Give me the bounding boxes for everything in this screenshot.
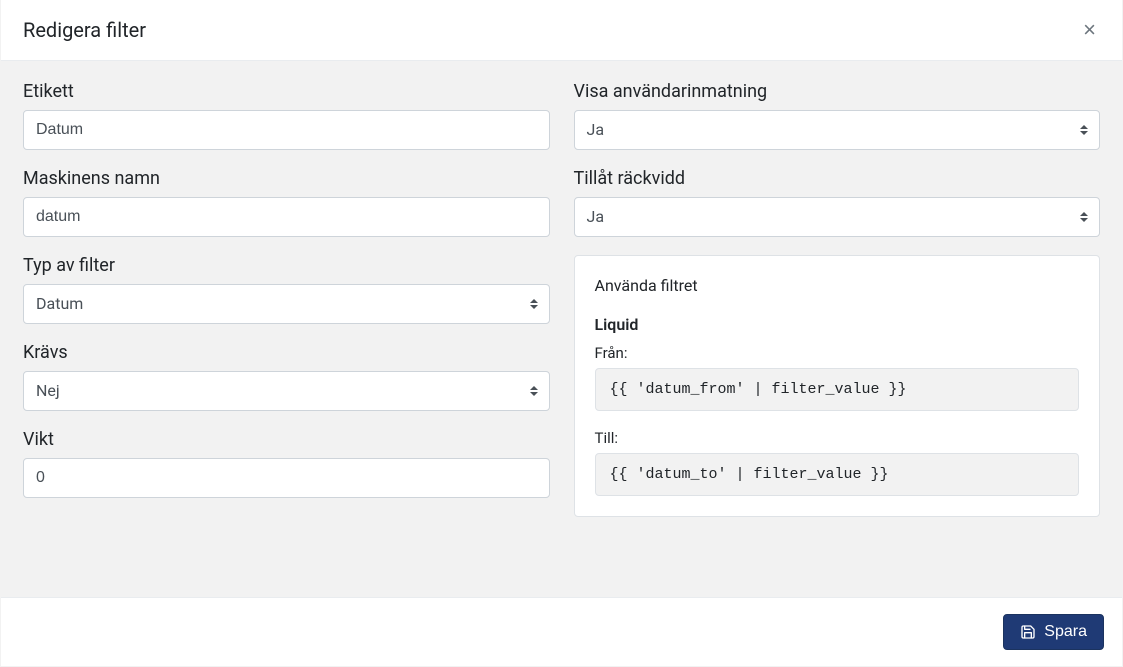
from-code: {{ 'datum_from' | filter_value }} [595,368,1080,411]
vikt-input[interactable] [23,458,550,498]
rackvidd-label: Tillåt räckvidd [574,168,1101,189]
etikett-label: Etikett [23,81,550,102]
close-button[interactable]: × [1079,19,1100,41]
close-icon: × [1083,17,1096,42]
rackvidd-select[interactable]: Ja [574,197,1101,237]
usage-card: Använda filtret Liquid Från: {{ 'datum_f… [574,255,1101,517]
field-vikt: Vikt [23,429,550,498]
field-kravs: Krävs Nej [23,342,550,411]
vikt-label: Vikt [23,429,550,450]
maskinnamn-label: Maskinens namn [23,168,550,189]
from-label: Från: [595,344,1080,362]
modal-title: Redigera filter [23,18,146,42]
to-code: {{ 'datum_to' | filter_value }} [595,453,1080,496]
field-rackvidd: Tillåt räckvidd Ja [574,168,1101,237]
save-button[interactable]: Spara [1003,614,1104,650]
save-button-label: Spara [1044,623,1087,641]
liquid-heading: Liquid [595,315,1080,334]
save-icon [1020,624,1036,640]
kravs-select[interactable]: Nej [23,371,550,411]
to-label: Till: [595,429,1080,447]
visa-label: Visa användarinmatning [574,81,1101,102]
field-maskinnamn: Maskinens namn [23,168,550,237]
field-etikett: Etikett [23,81,550,150]
visa-select[interactable]: Ja [574,110,1101,150]
field-visa: Visa användarinmatning Ja [574,81,1101,150]
edit-filter-modal: Redigera filter × Etikett Maskinens namn… [0,0,1123,667]
typ-select[interactable]: Datum [23,284,550,324]
form-row: Etikett Maskinens namn Typ av filter Dat… [23,81,1100,517]
usage-title: Använda filtret [595,276,1080,295]
typ-label: Typ av filter [23,255,550,276]
right-column: Visa användarinmatning Ja Tillåt räckvid… [574,81,1101,517]
etikett-input[interactable] [23,110,550,150]
modal-footer: Spara [1,597,1122,666]
maskinnamn-input[interactable] [23,197,550,237]
field-typ: Typ av filter Datum [23,255,550,324]
modal-body: Etikett Maskinens namn Typ av filter Dat… [1,61,1122,597]
left-column: Etikett Maskinens namn Typ av filter Dat… [23,81,550,517]
kravs-label: Krävs [23,342,550,363]
modal-header: Redigera filter × [1,0,1122,61]
